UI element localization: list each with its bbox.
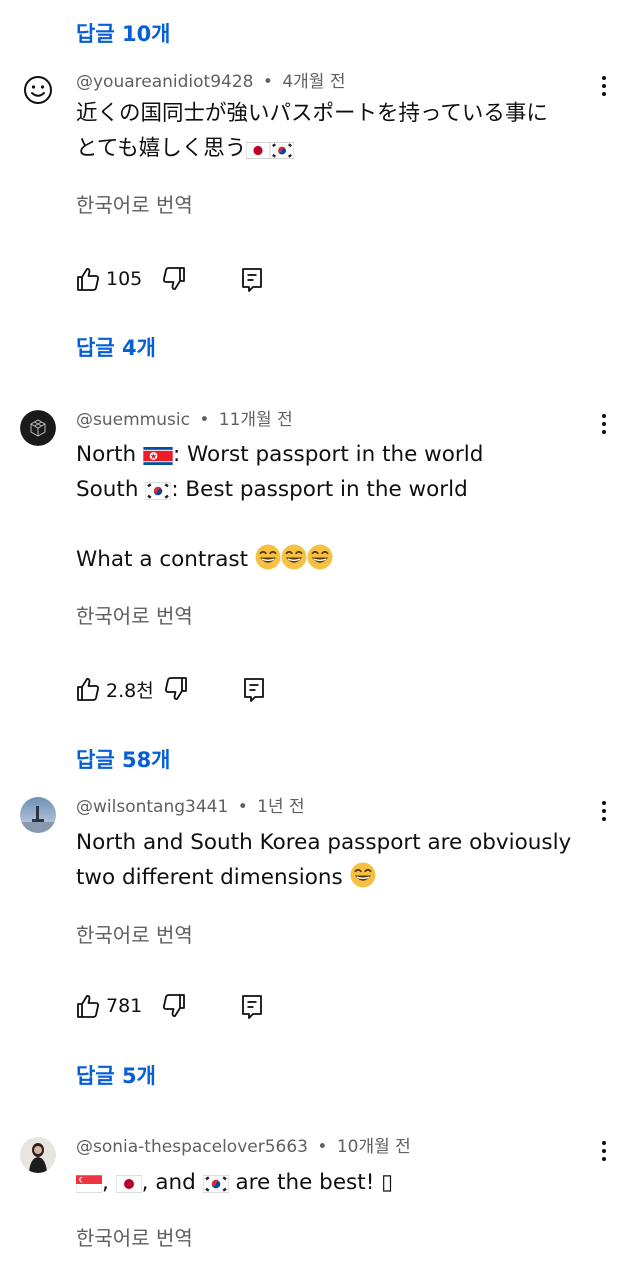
translate-link[interactable]: 한국어로 번역 (76, 600, 193, 629)
south-korea-flag-icon (145, 482, 172, 500)
comment-actions: 105 (76, 264, 316, 294)
comment-meta: @wilsontang3441 • 1년 전 (76, 797, 305, 817)
view-replies-link[interactable]: 답글 10개 (76, 18, 171, 48)
like-count: 105 (106, 268, 143, 290)
avatar[interactable] (20, 72, 56, 108)
like-count: 2.8천 (106, 679, 154, 702)
comment-author[interactable]: @suemmusic (76, 410, 190, 430)
comment-meta: @suemmusic • 11개월 전 (76, 410, 293, 430)
comment-text-segment: : Worst passport in the world (172, 442, 484, 467)
smiley-face-icon (24, 76, 52, 104)
reply-button[interactable] (242, 674, 266, 704)
thumb-up-icon (77, 995, 99, 1018)
comment-text: , , and are the best! ▯ (76, 1165, 606, 1200)
translate-link[interactable]: 한국어로 번역 (76, 189, 193, 218)
like-button[interactable]: 2.8천 (76, 674, 154, 704)
dislike-button[interactable] (162, 991, 186, 1021)
thumb-up-icon (77, 268, 99, 291)
laughing-emoji-icon (306, 544, 333, 570)
comment-text: North : Worst passport in the world Sout… (76, 437, 606, 577)
thumb-down-icon (165, 677, 187, 700)
thumb-down-icon (163, 994, 185, 1017)
view-replies-link[interactable]: 답글 5개 (76, 1060, 156, 1090)
japan-flag-icon (246, 142, 271, 159)
dislike-button[interactable] (162, 264, 186, 294)
avatar[interactable] (20, 797, 56, 833)
comment-text-segment: are the best! (228, 1170, 382, 1195)
comment-text-segment: North (76, 442, 143, 467)
like-count: 781 (106, 995, 143, 1017)
south-korea-flag-icon (202, 1175, 229, 1193)
comment-text-segment: : Best passport in the world (171, 477, 468, 502)
comment-time: 4개월 전 (282, 72, 346, 92)
separator: • (262, 72, 273, 92)
comment-meta: @youareanidiot9428 • 4개월 전 (76, 72, 345, 92)
reply-icon (242, 268, 262, 292)
comment-actions: 781 (76, 991, 316, 1021)
comment-time: 1년 전 (257, 797, 305, 817)
view-replies-link[interactable]: 답글 4개 (76, 332, 156, 362)
person-photo-avatar (20, 1137, 56, 1173)
more-options-icon[interactable] (594, 1137, 614, 1167)
comment-text: North and South Korea passport are obvio… (76, 825, 606, 895)
comment-meta: @sonia-thespacelover5663 • 10개월 전 (76, 1137, 411, 1157)
landscape-photo-avatar (20, 797, 56, 833)
laughing-emoji-icon (280, 544, 307, 570)
like-button[interactable]: 105 (76, 264, 142, 294)
comment-author[interactable]: @youareanidiot9428 (76, 72, 254, 92)
dislike-button[interactable] (164, 674, 188, 704)
reply-icon (242, 995, 262, 1019)
missing-glyph: ▯ (381, 1170, 393, 1195)
dark-logo-avatar (20, 410, 56, 446)
thumb-up-icon (77, 678, 99, 701)
translate-link[interactable]: 한국어로 번역 (76, 919, 193, 948)
japan-flag-icon (115, 1175, 142, 1193)
comment-text-segment: What a contrast (76, 547, 255, 572)
south-korea-flag-icon (270, 142, 295, 159)
comment-text-segment: , and (141, 1170, 203, 1195)
comment-line: 近くの国同士が強いパスポートを持っている事に (76, 101, 548, 126)
more-options-icon[interactable] (594, 797, 614, 827)
like-button[interactable]: 781 (76, 991, 142, 1021)
laughing-emoji-icon (254, 544, 281, 570)
comment-text-segment: South (76, 477, 146, 502)
avatar[interactable] (20, 410, 56, 446)
view-replies-link[interactable]: 답글 58개 (76, 744, 171, 774)
singapore-flag-icon (76, 1175, 102, 1193)
reply-button[interactable] (240, 264, 264, 294)
comment-author[interactable]: @sonia-thespacelover5663 (76, 1137, 308, 1157)
comment-text: 近くの国同士が強いパスポートを持っている事に とても嬉しく思う (76, 96, 606, 166)
reply-button[interactable] (240, 991, 264, 1021)
comment-time: 11개월 전 (218, 410, 293, 430)
more-options-icon[interactable] (594, 410, 614, 440)
thumb-down-icon (163, 267, 185, 290)
comment-line: とても嬉しく思う (76, 136, 247, 161)
comment-text-segment: , (102, 1170, 116, 1195)
comment-time: 10개월 전 (336, 1137, 411, 1157)
comment-line: two different dimensions (76, 865, 350, 890)
separator: • (317, 1137, 328, 1157)
comment-author[interactable]: @wilsontang3441 (76, 797, 228, 817)
comment-line: North and South Korea passport are obvio… (76, 830, 572, 855)
translate-link[interactable]: 한국어로 번역 (76, 1222, 193, 1251)
avatar[interactable] (20, 1137, 56, 1173)
separator: • (199, 410, 210, 430)
comment-actions: 2.8천 (76, 674, 316, 704)
reply-icon (244, 678, 264, 702)
laughing-emoji-icon (349, 862, 376, 888)
separator: • (237, 797, 248, 817)
north-korea-flag-icon (143, 447, 173, 465)
